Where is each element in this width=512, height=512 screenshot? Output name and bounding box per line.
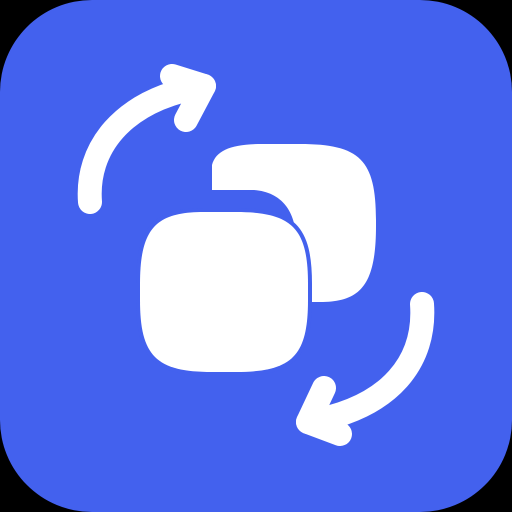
front-square-icon <box>136 208 312 376</box>
app-icon[interactable] <box>0 0 512 512</box>
swap-layers-icon <box>0 0 512 512</box>
